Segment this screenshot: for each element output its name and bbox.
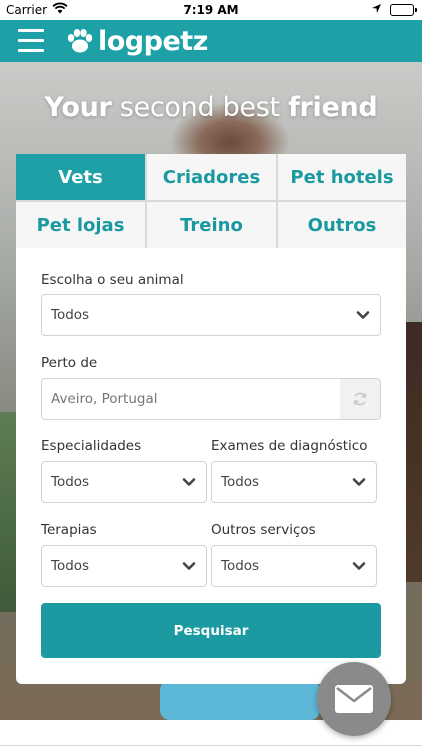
search-button[interactable]: Pesquisar <box>41 603 381 658</box>
diagnostics-select[interactable]: Todos <box>211 461 377 503</box>
animal-select-value: Todos <box>51 307 90 323</box>
therapies-select-value: Todos <box>51 558 90 574</box>
search-form: Escolha o seu animal Todos Perto de Espe… <box>16 248 406 684</box>
tagline-light: second best <box>111 92 289 123</box>
hero-dog-collar <box>160 680 320 720</box>
chevron-down-icon <box>352 478 366 486</box>
logo-text: logpetz <box>98 25 208 57</box>
location-label: Perto de <box>41 355 98 371</box>
tagline-bold-2: friend <box>288 92 378 123</box>
specialties-select-value: Todos <box>51 474 90 490</box>
diagnostics-select-value: Todos <box>221 474 260 490</box>
chevron-down-icon <box>356 311 370 319</box>
specialties-label: Especialidades <box>41 438 142 454</box>
animal-select[interactable]: Todos <box>41 294 381 336</box>
logo: logpetz <box>66 24 208 58</box>
chevron-down-icon <box>352 562 366 570</box>
location-input[interactable] <box>41 378 341 420</box>
tab-criadores[interactable]: Criadores <box>147 154 276 200</box>
paw-icon <box>67 29 93 53</box>
status-bar: Carrier 7:19 AM <box>0 0 422 20</box>
refresh-location-button[interactable] <box>340 378 381 420</box>
chevron-down-icon <box>182 562 196 570</box>
diagnostics-label: Exames de diagnóstico <box>211 438 368 454</box>
category-tabs: Vets Criadores Pet hotels Pet lojas Trei… <box>16 154 406 248</box>
other-services-label: Outros serviços <box>211 522 316 538</box>
therapies-label: Terapias <box>41 522 97 538</box>
location-arrow-icon <box>371 3 382 17</box>
tab-pet-hotels[interactable]: Pet hotels <box>278 154 406 200</box>
contact-fab[interactable] <box>317 662 391 736</box>
battery-icon <box>390 4 417 16</box>
tab-outros[interactable]: Outros <box>278 202 406 248</box>
clock: 7:19 AM <box>183 3 239 17</box>
other-services-select[interactable]: Todos <box>211 545 377 587</box>
refresh-icon <box>353 392 367 406</box>
chevron-down-icon <box>182 478 196 486</box>
tab-vets[interactable]: Vets <box>16 154 145 200</box>
therapies-select[interactable]: Todos <box>41 545 207 587</box>
tab-treino[interactable]: Treino <box>147 202 276 248</box>
animal-label: Escolha o seu animal <box>41 272 184 288</box>
mail-icon <box>335 685 373 713</box>
tab-pet-lojas[interactable]: Pet lojas <box>16 202 145 248</box>
other-services-select-value: Todos <box>221 558 260 574</box>
navbar: logpetz <box>0 20 422 62</box>
hero-tagline: Your second best friend <box>0 92 422 123</box>
menu-icon[interactable] <box>18 29 44 53</box>
tagline-bold-1: Your <box>44 92 112 123</box>
divider <box>0 745 422 746</box>
specialties-select[interactable]: Todos <box>41 461 207 503</box>
